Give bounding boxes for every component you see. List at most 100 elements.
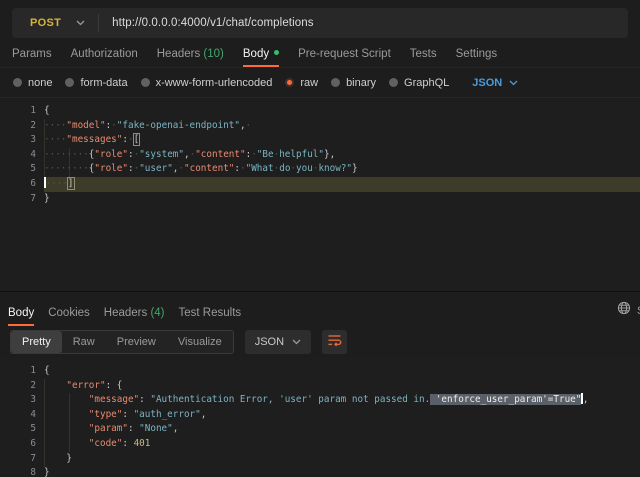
code-token: : [122,409,133,420]
body-type-row: none form-data x-www-form-urlencoded raw… [0,68,640,97]
response-tab-test-results[interactable]: Test Results [179,307,242,326]
radio-raw[interactable]: raw [285,77,318,89]
code-token: { [117,380,123,391]
line-number: 8 [0,466,36,477]
code-token: do [279,163,290,174]
url-bar: POST http://0.0.0.0:4000/v1/chat/complet… [12,8,628,38]
tab-pre-request-script[interactable]: Pre-request Script [298,48,391,67]
code-content: "code": 401 [44,437,640,452]
tab-settings[interactable]: Settings [456,48,498,67]
code-line[interactable]: 4 "type": "auth_error", [0,408,640,423]
code-token: } [44,193,50,204]
wrap-text-button[interactable] [322,330,347,354]
radio-icon-selected [285,78,294,87]
code-token: ] [68,178,74,189]
headers-count: (10) [203,48,223,60]
wrap-text-icon [327,333,342,352]
code-token: } [352,163,358,174]
radio-none[interactable]: none [13,77,52,89]
code-token [44,380,66,391]
line-number: 5 [0,422,36,437]
view-mode-segmented-control: Pretty Raw Preview Visualize [10,330,234,354]
globe-icon[interactable] [617,301,631,320]
code-line[interactable]: 3····"messages":·[ [0,133,640,148]
method-selector[interactable]: POST [12,17,85,29]
response-body-viewer[interactable]: 1{2 "error": {3 "message": "Authenticati… [0,358,640,477]
code-token: "code" [89,438,123,449]
tab-params[interactable]: Params [12,48,52,67]
code-token: : [128,423,139,434]
response-headers-count: (4) [150,307,164,319]
code-token: "user" [139,163,173,174]
code-content: } [44,452,640,467]
code-token: : [106,380,117,391]
code-content: ········{"role":·"user",·"content":·"Wha… [44,162,640,177]
code-token: , [583,394,589,405]
line-number: 4 [0,408,36,423]
code-token: 401 [134,438,151,449]
code-token: , [201,409,207,420]
code-token: "Be [257,149,274,160]
radio-binary[interactable]: binary [331,77,376,89]
code-line[interactable]: 5 "param": "None", [0,422,640,437]
chevron-down-icon[interactable] [76,20,85,26]
tab-body[interactable]: Body [243,48,279,67]
code-content: "type": "auth_error", [44,408,640,423]
code-content: } [44,466,640,477]
code-line[interactable]: 2 "error": { [0,379,640,394]
code-token: "system" [139,149,184,160]
code-token [44,394,89,405]
view-pretty[interactable]: Pretty [11,331,62,353]
code-token: "content" [195,149,245,160]
code-content: ········{"role":·"system",·"content":·"B… [44,148,640,163]
url-input[interactable]: http://0.0.0.0:4000/v1/chat/completions [112,17,313,29]
code-line[interactable]: 3 "message": "Authentication Error, 'use… [0,393,640,408]
code-line[interactable]: 4········{"role":·"system",·"content":·"… [0,148,640,163]
line-number: 1 [0,104,36,119]
code-line[interactable]: 2····"model":·"fake-openai-endpoint",· [0,119,640,134]
radio-form-data[interactable]: form-data [65,77,127,89]
code-content: ····"messages":·[ [44,133,640,148]
code-token: ···· [46,178,68,189]
radio-x-www-form-urlencoded[interactable]: x-www-form-urlencoded [141,77,273,89]
request-body-editor[interactable]: 1{2····"model":·"fake-openai-endpoint",·… [0,97,640,291]
code-line[interactable]: 1{ [0,104,640,119]
code-line[interactable]: 6····] [0,177,640,192]
code-token: , [173,423,179,434]
tab-tests[interactable]: Tests [410,48,437,67]
response-language-select[interactable]: JSON [245,330,311,354]
radio-graphql[interactable]: GraphQL [389,77,449,89]
code-token: "type" [89,409,123,420]
code-token: "error" [66,380,105,391]
code-line[interactable]: 6 "code": 401 [0,437,640,452]
response-tab-body[interactable]: Body [8,307,34,326]
line-number: 1 [0,364,36,379]
response-tab-cookies[interactable]: Cookies [48,307,90,326]
radio-icon [331,78,340,87]
code-token: } [66,453,72,464]
tab-headers[interactable]: Headers (10) [157,48,224,67]
view-preview[interactable]: Preview [106,331,167,353]
code-line[interactable]: 7 } [0,452,640,467]
request-language-select[interactable]: JSON [472,77,518,89]
code-token: "None" [139,423,173,434]
code-token: "Authentication Error, 'user' param not … [150,394,430,405]
code-token: "role" [94,149,128,160]
code-line[interactable]: 8} [0,466,640,477]
code-token: "messages" [66,134,122,145]
tab-authorization[interactable]: Authorization [71,48,138,67]
code-token: ········ [44,149,89,160]
line-number: 2 [0,379,36,394]
code-token: "param" [89,423,128,434]
code-line[interactable]: 1{ [0,364,640,379]
code-token: { [44,105,50,116]
method-label: POST [30,17,61,29]
view-raw[interactable]: Raw [62,331,106,353]
view-visualize[interactable]: Visualize [167,331,233,353]
code-line[interactable]: 7} [0,192,640,207]
code-token: · [246,120,252,131]
response-tab-headers[interactable]: Headers (4) [104,307,165,326]
request-tabs: Params Authorization Headers (10) Body P… [0,48,640,68]
code-content: "param": "None", [44,422,640,437]
code-line[interactable]: 5········{"role":·"user",·"content":·"Wh… [0,162,640,177]
